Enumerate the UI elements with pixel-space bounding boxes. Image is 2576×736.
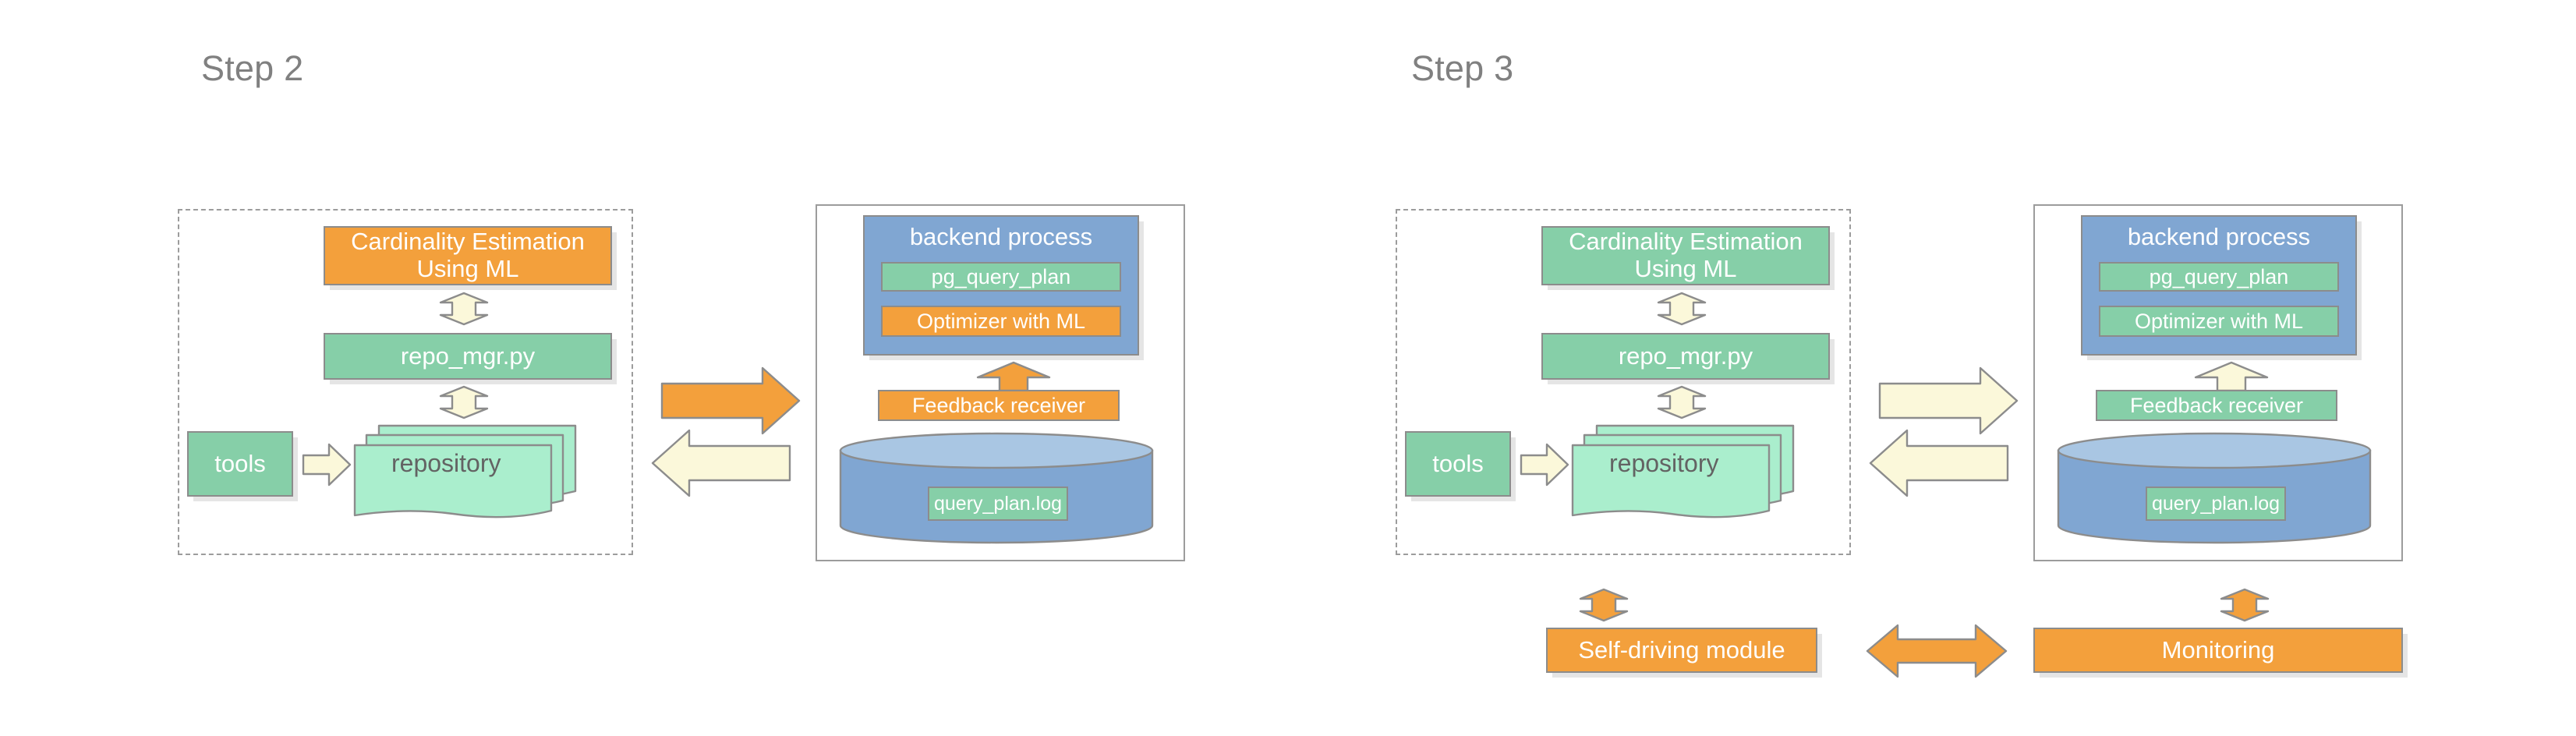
step-2-title: Step 2 (201, 48, 304, 88)
step-2-repo-mgr-box[interactable]: repo_mgr.py (324, 333, 612, 380)
step-3-title: Step 3 (1411, 48, 1514, 88)
step-3-monitoring-to-panel-arrow (2194, 588, 2295, 622)
step-2-repomgr-to-repository-arrow (413, 385, 515, 419)
step-3-selfdriving-to-monitoring-arrow (1866, 624, 2008, 678)
step-3-left-to-right-arrow (1878, 366, 2019, 435)
step-2-right-to-left-arrow (651, 429, 791, 497)
step-2-feedback-receiver-box[interactable]: Feedback receiver (878, 390, 1120, 421)
step-3-right-to-left-arrow (1869, 429, 2009, 497)
step-3-feedback-receiver-box[interactable]: Feedback receiver (2096, 390, 2337, 421)
step-2-tools-to-repository-arrow (302, 443, 352, 487)
step-2-left-to-right-arrow (660, 366, 801, 435)
step-3-backend-process-label: backend process (2127, 223, 2311, 250)
diagram-canvas: Step 2 Cardinality Estimation Using ML r… (0, 0, 2576, 736)
step-2-cardinality-to-repomgr-arrow (413, 292, 515, 326)
step-2-backend-process-label: backend process (909, 223, 1093, 250)
step-3-pg-query-plan-box[interactable]: pg_query_plan (2099, 262, 2339, 292)
step-2-repository-label: repository (391, 449, 501, 477)
step-3-monitoring-box[interactable]: Monitoring (2033, 628, 2403, 673)
step-2-cardinality-estimation-box[interactable]: Cardinality Estimation Using ML (324, 226, 612, 285)
step-3-repomgr-to-repository-arrow (1631, 385, 1732, 419)
step-3-tools-to-repository-arrow (1520, 443, 1569, 487)
step-3-query-plan-log-box[interactable]: query_plan.log (2146, 487, 2286, 521)
step-3-feedback-to-backend-arrow (2194, 361, 2269, 392)
step-2-optimizer-with-ml-box[interactable]: Optimizer with ML (881, 306, 1121, 337)
step-2-pg-query-plan-box[interactable]: pg_query_plan (881, 262, 1121, 292)
step-3-self-driving-module-box[interactable]: Self-driving module (1546, 628, 1817, 673)
step-3-repo-mgr-box[interactable]: repo_mgr.py (1541, 333, 1830, 380)
step-3-cardinality-estimation-box[interactable]: Cardinality Estimation Using ML (1541, 226, 1830, 285)
step-3-optimizer-with-ml-box[interactable]: Optimizer with ML (2099, 306, 2339, 337)
step-2-query-plan-log-box[interactable]: query_plan.log (928, 487, 1068, 521)
step-2-tools-box[interactable]: tools (187, 431, 293, 497)
step-3-selfdriving-to-panel-arrow (1553, 588, 1654, 622)
step-3-repository-label: repository (1609, 449, 1719, 477)
step-3-cardinality-to-repomgr-arrow (1631, 292, 1732, 326)
step-2-feedback-to-backend-arrow (976, 361, 1051, 392)
step-3-tools-box[interactable]: tools (1405, 431, 1511, 497)
